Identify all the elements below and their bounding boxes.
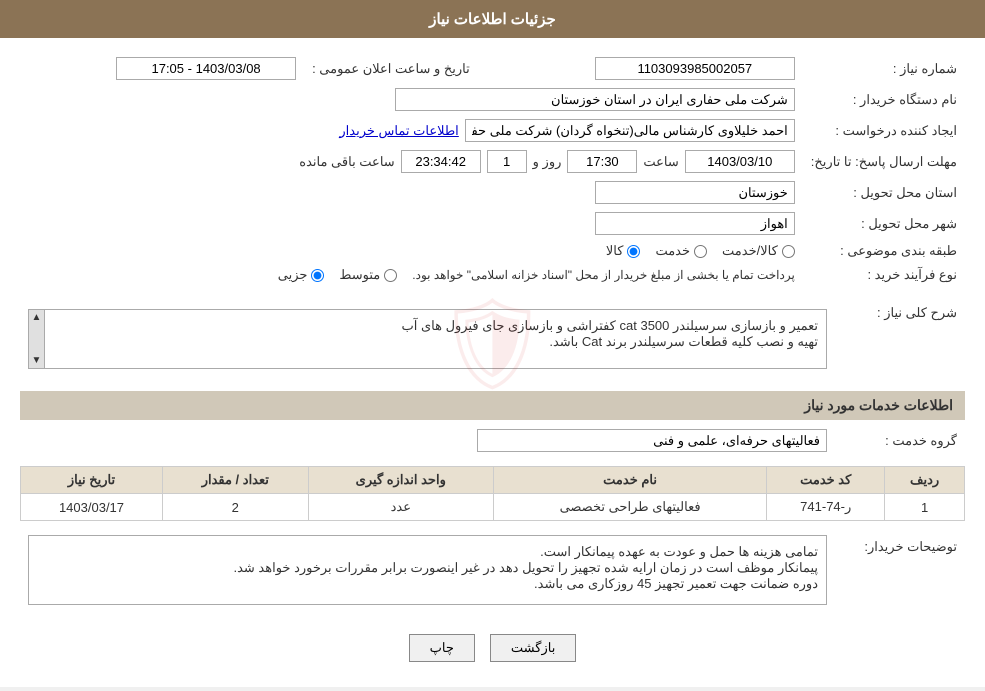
ettelaat-tamas-link[interactable]: اطلاعات تماس خریدار: [339, 123, 458, 139]
col-radif: ردیف: [885, 467, 965, 494]
back-button[interactable]: بازگشت: [490, 634, 576, 662]
cell-tarikh: 1403/03/17: [21, 494, 163, 521]
shmare-niaz-input[interactable]: [595, 57, 795, 80]
description-scrollbar[interactable]: ▲ ▼: [29, 310, 45, 368]
cell-vahed: عدد: [308, 494, 493, 521]
cell-kod_khadamat: ر-74-741: [767, 494, 885, 521]
col-nam: نام خدمت: [493, 467, 766, 494]
col-vahed: واحد اندازه گیری: [308, 467, 493, 494]
cell-nam_khadamat: فعالیتهای طراحی تخصصی: [493, 494, 766, 521]
ostan-input[interactable]: [595, 181, 795, 204]
radio-motevaset-input[interactable]: [384, 269, 397, 282]
radio-jozei[interactable]: جزیی: [278, 267, 325, 283]
cell-radif: 1: [885, 494, 965, 521]
col-kod: کد خدمت: [767, 467, 885, 494]
radio-kala[interactable]: کالا: [606, 243, 641, 259]
print-button[interactable]: چاپ: [409, 634, 475, 662]
buttons-row: بازگشت چاپ: [20, 619, 965, 672]
col-tedad: تعداد / مقدار: [162, 467, 308, 494]
roz-label: روز و: [533, 154, 562, 170]
col-tarikh: تاریخ نیاز: [21, 467, 163, 494]
radio-khadamat[interactable]: خدمت: [655, 243, 707, 259]
page-header: جزئیات اطلاعات نیاز: [0, 0, 985, 38]
services-table: ردیف کد خدمت نام خدمت واحد اندازه گیری ت…: [20, 466, 965, 521]
sharh-niaz-label: شرح کلی نیاز :: [835, 297, 965, 381]
toshihat-line2: پیمانکار موظف است در زمان ارایه شده تجهی…: [37, 560, 818, 576]
ostan-label: استان محل تحویل :: [803, 177, 965, 208]
baqi-mande-label: ساعت باقی مانده: [299, 154, 394, 170]
tarikh-elan-input[interactable]: [116, 57, 296, 80]
shahr-input[interactable]: [595, 212, 795, 235]
grohe-khadamat-input[interactable]: [477, 429, 827, 452]
shahr-label: شهر محل تحویل :: [803, 208, 965, 239]
roz-input[interactable]: [487, 150, 527, 173]
radio-kala-input[interactable]: [627, 245, 640, 258]
nam-dastgah-input[interactable]: [395, 88, 795, 111]
cell-tedad: 2: [162, 494, 308, 521]
nam-dastgah-label: نام دستگاه خریدار :: [803, 84, 965, 115]
toshihat-line1: تمامی هزینه ها حمل و عودت به عهده پیمانک…: [37, 544, 818, 560]
sharh-line1: تعمیر و بازسازی سرسیلندر 3500 cat کفتراش…: [49, 318, 818, 334]
now-farayand-label: نوع فرآیند خرید :: [803, 263, 965, 287]
toshihat-box: تمامی هزینه ها حمل و عودت به عهده پیمانک…: [28, 535, 827, 605]
shmare-niaz-label: شماره نیاز :: [803, 53, 965, 84]
toshihat-label: توضیحات خریدار:: [835, 531, 965, 609]
toshihat-line3: دوره ضمانت جهت تعمیر تجهیز 45 روزکاری می…: [37, 576, 818, 592]
table-row: 1ر-74-741فعالیتهای طراحی تخصصیعدد21403/0…: [21, 494, 965, 521]
page-title: جزئیات اطلاعات نیاز: [429, 11, 556, 28]
scroll-down-arrow[interactable]: ▼: [30, 353, 44, 368]
radio-jozei-input[interactable]: [311, 269, 324, 282]
scroll-up-arrow[interactable]: ▲: [30, 310, 44, 325]
saat-label: ساعت: [643, 154, 678, 170]
radio-kala-khadamat[interactable]: کالا/خدمت: [722, 243, 795, 259]
radio-kala-khadamat-input[interactable]: [782, 245, 795, 258]
baqi-mande-input[interactable]: [401, 150, 481, 173]
pardakht-text: پرداخت تمام یا بخشی از مبلغ خریدار از مح…: [412, 268, 795, 282]
ijad-konande-input[interactable]: [465, 119, 795, 142]
radio-motevaset[interactable]: متوسط: [339, 267, 397, 283]
tarikh-elan-label: تاریخ و ساعت اعلان عمومی :: [304, 53, 490, 84]
tabaqe-label: طبقه بندی موضوعی :: [803, 239, 965, 263]
grohe-khadamat-label: گروه خدمت :: [835, 425, 965, 456]
sharh-line2: تهیه و نصب کلیه قطعات سرسیلندر برند Cat …: [49, 334, 818, 350]
ijad-konande-label: ایجاد کننده درخواست :: [803, 115, 965, 146]
mohlat-ersal-label: مهلت ارسال پاسخ: تا تاریخ:: [803, 146, 965, 177]
radio-khadamat-input[interactable]: [694, 245, 707, 258]
ettelaat-khadamat-section: اطلاعات خدمات مورد نیاز: [20, 391, 965, 420]
saat-input[interactable]: [567, 150, 637, 173]
tarikh-mohlat-input[interactable]: [685, 150, 795, 173]
sharh-niaz-box: ▲ ▼ تعمیر و بازسازی سرسیلندر 3500 cat کف…: [28, 309, 827, 369]
